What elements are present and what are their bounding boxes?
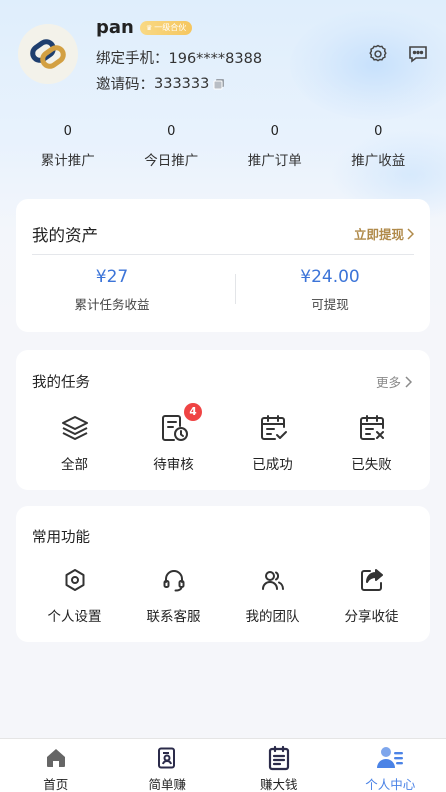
divider [235, 274, 236, 304]
available-balance-label: 可提现 [311, 297, 349, 312]
task-success[interactable]: 已成功 [223, 412, 322, 473]
phone-line: 绑定手机：196****8388 [96, 47, 262, 68]
tab-profile[interactable]: 个人中心 [335, 739, 446, 792]
stat-label: 累计推广 [40, 153, 95, 169]
team-icon [223, 564, 322, 596]
phone-label: 绑定手机： [96, 51, 169, 67]
message-icon[interactable] [406, 42, 430, 66]
func-personal-settings[interactable]: 个人设置 [25, 564, 124, 625]
app-logo-icon [30, 39, 66, 69]
task-pending-label: 待审核 [153, 457, 194, 473]
invite-label: 邀请码： [96, 77, 154, 93]
settings-hex-icon [25, 564, 124, 596]
tab-home[interactable]: 首页 [0, 739, 112, 792]
tab-simple-earn-label: 简单赚 [148, 777, 186, 792]
stat-total-promotion[interactable]: 0 累计推广 [16, 122, 120, 169]
tab-home-label: 首页 [43, 777, 69, 792]
invite-line: 邀请码： 333333 [96, 73, 225, 94]
invite-code: 333333 [154, 75, 210, 92]
total-earnings[interactable]: ¥27 累计任务收益 [22, 267, 202, 313]
func-share-label: 分享收徒 [344, 609, 399, 625]
task-all[interactable]: 全部 [25, 412, 124, 473]
stat-label: 今日推广 [144, 153, 199, 169]
stat-label: 推广收益 [351, 153, 406, 169]
more-label: 更多 [375, 375, 401, 390]
func-my-team-label: 我的团队 [245, 609, 300, 625]
calendar-x-icon [322, 412, 421, 444]
task-all-label: 全部 [61, 457, 88, 473]
func-my-team[interactable]: 我的团队 [223, 564, 322, 625]
task-failed[interactable]: 已失败 [322, 412, 421, 473]
task-grid: 全部 4 待审核 已成功 已失败 [25, 403, 421, 473]
copy-icon[interactable] [213, 78, 225, 90]
tab-big-earn[interactable]: 赚大钱 [223, 739, 335, 792]
tab-profile-label: 个人中心 [365, 777, 416, 792]
profile-page: pan ♛ 一级合伙 绑定手机：196****8388 邀请码：333333 [0, 0, 446, 738]
username: pan [96, 17, 134, 38]
pending-review-icon [124, 412, 223, 444]
tab-simple-earn[interactable]: 简单赚 [112, 739, 224, 792]
calendar-check-icon [223, 412, 322, 444]
stat-label: 推广订单 [247, 153, 302, 169]
stat-value: 0 [374, 124, 383, 139]
withdraw-button[interactable]: 立即提现 [354, 224, 414, 243]
functions-card: 常用功能 个人设置 联系客服 我的团队 分享收徒 [16, 506, 430, 642]
top-actions [366, 42, 430, 66]
layers-icon [25, 412, 124, 444]
func-share[interactable]: 分享收徒 [322, 564, 421, 625]
available-balance[interactable]: ¥24.00 可提现 [240, 267, 420, 313]
simple-earn-icon [112, 745, 224, 771]
task-failed-label: 已失败 [351, 457, 392, 473]
tab-big-earn-label: 赚大钱 [259, 777, 298, 792]
func-personal-settings-label: 个人设置 [47, 609, 102, 625]
profile-icon [335, 745, 446, 771]
task-success-label: 已成功 [252, 457, 293, 473]
functions-title: 常用功能 [32, 530, 90, 546]
stat-value: 0 [167, 124, 176, 139]
total-earnings-value: ¥27 [95, 267, 129, 287]
task-pending[interactable]: 4 待审核 [124, 403, 223, 473]
stat-today-promotion[interactable]: 0 今日推广 [120, 122, 224, 169]
stat-value: 0 [270, 124, 279, 139]
withdraw-label: 立即提现 [353, 227, 404, 242]
bottom-tab-bar: 首页 简单赚 赚大钱 个人中心 [0, 738, 446, 792]
assets-title: 我的资产 [32, 226, 98, 245]
level-badge: ♛ 一级合伙 [140, 21, 193, 35]
share-icon [322, 564, 421, 596]
assets-card: 我的资产 立即提现 ¥27 累计任务收益 ¥24.00 可提现 [16, 199, 430, 332]
big-earn-icon [223, 745, 335, 771]
phone-number: 196****8388 [168, 51, 263, 67]
tasks-card: 我的任务 更多 全部 4 待审核 已成功 已失败 [16, 350, 430, 490]
total-earnings-label: 累计任务收益 [74, 297, 150, 312]
settings-gear-icon[interactable] [366, 42, 390, 66]
function-grid: 个人设置 联系客服 我的团队 分享收徒 [25, 564, 421, 625]
pending-count-badge: 4 [184, 403, 202, 421]
avatar[interactable] [18, 24, 78, 84]
tasks-title: 我的任务 [32, 375, 90, 391]
chevron-right-icon [407, 227, 414, 240]
stat-value: 0 [63, 124, 72, 139]
divider [32, 254, 414, 255]
available-balance-value: ¥24.00 [300, 267, 360, 287]
level-badge-label: 一级合伙 [154, 23, 187, 32]
more-tasks-button[interactable]: 更多 [376, 372, 412, 391]
home-icon [0, 745, 112, 771]
crown-icon: ♛ [146, 24, 153, 32]
headset-icon [124, 564, 223, 596]
stat-promotion-earnings[interactable]: 0 推广收益 [327, 122, 431, 169]
func-customer-service-label: 联系客服 [146, 609, 201, 625]
promotion-stats: 0 累计推广 0 今日推广 0 推广订单 0 推广收益 [16, 122, 430, 169]
chevron-right-icon [405, 375, 412, 388]
func-customer-service[interactable]: 联系客服 [124, 564, 223, 625]
stat-promotion-orders[interactable]: 0 推广订单 [223, 122, 327, 169]
